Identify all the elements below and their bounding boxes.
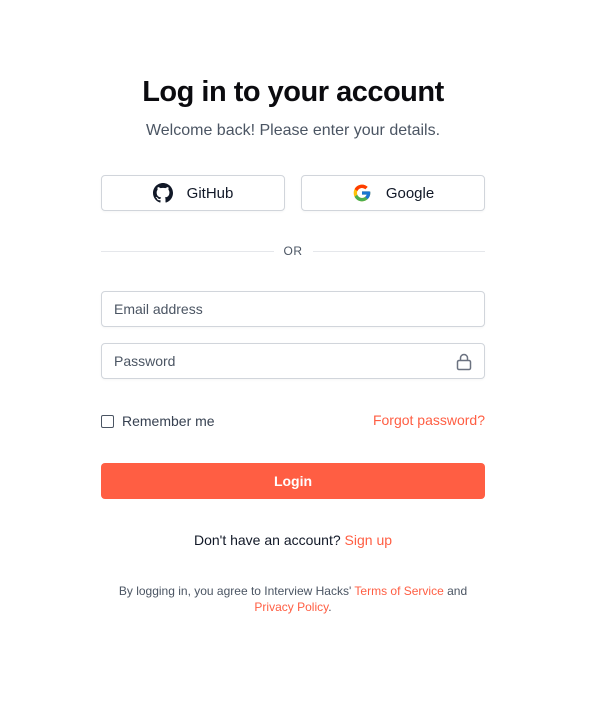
signup-row: Don't have an account? Sign up [0,532,586,548]
privacy-link[interactable]: Privacy Policy [254,600,328,614]
remember-me-label: Remember me [122,413,215,429]
google-label: Google [385,184,435,202]
divider-line-left [101,250,274,252]
signup-link[interactable]: Sign up [345,532,392,548]
page-title: Log in to your account [142,76,444,108]
legal-prefix: By logging in, you agree to Interview Ha… [118,584,352,598]
login-page: Log in to your account Welcome back! Ple… [0,0,612,721]
github-icon [152,183,173,203]
page-subtitle: Welcome back! Please enter your details. [145,122,441,139]
password-field-wrapper [101,343,485,379]
remember-me[interactable]: Remember me [101,412,215,430]
signup-prompt: Don't have an account? [193,532,341,548]
divider-label: OR [283,244,303,258]
or-divider: OR [101,243,485,259]
password-field[interactable] [102,344,484,378]
lock-icon [454,352,474,372]
google-login-button[interactable]: Google [301,175,485,211]
legal-notice: By logging in, you agree to Interview Ha… [0,583,586,615]
google-icon [352,183,372,203]
login-button[interactable]: Login [101,463,485,499]
remember-me-checkbox[interactable] [101,414,114,428]
email-field[interactable] [102,292,484,326]
legal-and: and [447,584,468,598]
legal-suffix: . [328,600,332,614]
divider-line-right [312,250,485,252]
terms-link[interactable]: Terms of Service [354,584,443,598]
email-field-wrapper [101,291,485,327]
github-label: GitHub [186,184,234,202]
forgot-password-link[interactable]: Forgot password? [373,412,485,428]
github-login-button[interactable]: GitHub [101,175,285,211]
